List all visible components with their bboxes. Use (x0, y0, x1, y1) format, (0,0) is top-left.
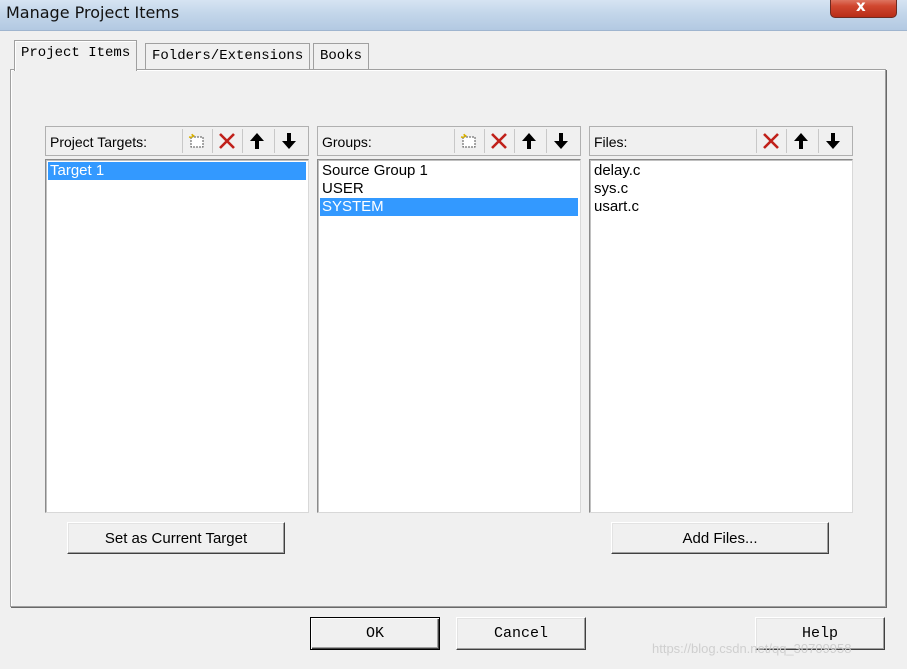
files-header: Files: (589, 126, 853, 156)
move-down-icon (553, 133, 568, 149)
new-item-icon (188, 133, 203, 148)
new-target-button[interactable] (182, 129, 210, 153)
move-up-icon (249, 133, 264, 149)
list-item-source-group-1[interactable]: Source Group 1 (320, 162, 578, 180)
window-title: Manage Project Items (6, 3, 180, 22)
close-icon: x (856, 0, 866, 15)
tab-books[interactable]: Books (313, 43, 370, 69)
targets-list[interactable]: Target 1 (45, 159, 309, 513)
ok-button[interactable]: OK (310, 617, 440, 650)
set-current-target-button[interactable]: Set as Current Target (67, 522, 285, 554)
delete-icon (490, 133, 507, 149)
new-item-icon (460, 133, 475, 148)
add-files-button[interactable]: Add Files... (611, 522, 829, 554)
move-down-icon (281, 133, 296, 149)
tab-project-items[interactable]: Project Items (14, 40, 138, 71)
targets-label: Project Targets: (50, 134, 148, 150)
title-bar: Manage Project Items x (0, 0, 907, 31)
move-down-icon (825, 133, 840, 149)
move-file-down-button[interactable] (818, 129, 846, 153)
watermark: https://blog.csdn.net/qq_30709958 (652, 641, 852, 656)
list-item-delay-c[interactable]: delay.c (592, 162, 850, 180)
move-up-icon (793, 133, 808, 149)
move-group-up-button[interactable] (514, 129, 542, 153)
move-up-icon (521, 133, 536, 149)
list-item-sys-c[interactable]: sys.c (592, 180, 850, 198)
delete-group-button[interactable] (484, 129, 512, 153)
list-item-user[interactable]: USER (320, 180, 578, 198)
new-group-button[interactable] (454, 129, 482, 153)
delete-target-button[interactable] (212, 129, 240, 153)
files-label: Files: (594, 134, 628, 150)
delete-file-button[interactable] (756, 129, 784, 153)
move-target-up-button[interactable] (242, 129, 270, 153)
delete-icon (218, 133, 235, 149)
targets-header: Project Targets: (45, 126, 309, 156)
move-file-up-button[interactable] (786, 129, 814, 153)
files-list[interactable]: delay.c sys.c usart.c (589, 159, 853, 513)
list-item-system[interactable]: SYSTEM (320, 198, 578, 216)
list-item-usart-c[interactable]: usart.c (592, 198, 850, 216)
delete-icon (762, 133, 779, 149)
cancel-button[interactable]: Cancel (456, 617, 586, 650)
groups-label: Groups: (322, 134, 372, 150)
project-items-page: Project Targets: Target 1 Groups: Source… (10, 69, 886, 607)
move-group-down-button[interactable] (546, 129, 574, 153)
groups-list[interactable]: Source Group 1 USER SYSTEM (317, 159, 581, 513)
groups-header: Groups: (317, 126, 581, 156)
list-item-target-1[interactable]: Target 1 (48, 162, 306, 180)
close-button[interactable]: x (830, 0, 897, 18)
tab-folders-extensions[interactable]: Folders/Extensions (145, 43, 311, 69)
move-target-down-button[interactable] (274, 129, 302, 153)
